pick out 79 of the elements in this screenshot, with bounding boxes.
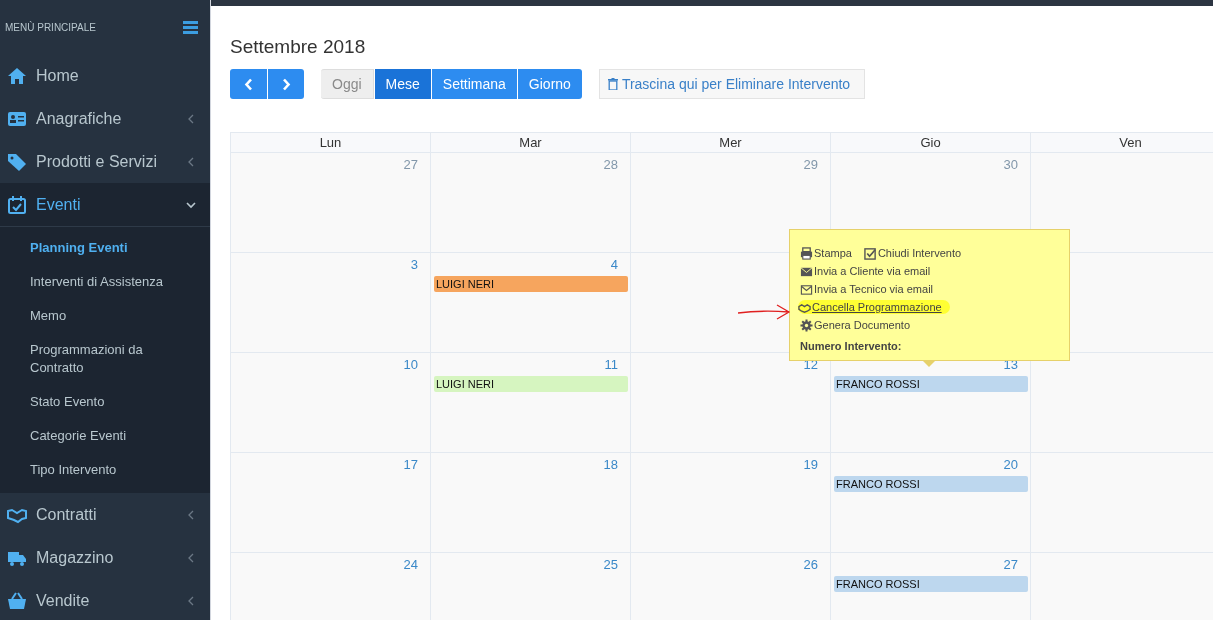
envelope-icon	[800, 264, 813, 278]
sidebar-title: MENÙ PRINCIPALE	[5, 21, 96, 33]
day-cell[interactable]	[1030, 353, 1213, 453]
tag-icon	[7, 151, 27, 172]
day-number: 25	[603, 556, 619, 574]
submenu-item[interactable]: Memo	[0, 299, 210, 333]
day-number: 3	[410, 256, 419, 274]
day-cell[interactable]: 4 LUIGI NERI	[430, 253, 630, 353]
sidebar-item[interactable]: Anagrafiche	[0, 97, 210, 140]
day-number: 19	[803, 456, 819, 474]
previous-button[interactable]	[230, 69, 267, 99]
sidebar-item[interactable]: Home	[0, 54, 210, 97]
day-number: 10	[403, 356, 419, 374]
trash-drop-zone[interactable]: Trascina qui per Eliminare Intervento	[598, 69, 866, 99]
day-number: 17	[403, 456, 419, 474]
day-number: 18	[603, 456, 619, 474]
day-cell[interactable]: 26	[630, 553, 830, 620]
event-bar[interactable]: LUIGI NERI	[434, 276, 628, 292]
day-cell[interactable]: 20 FRANCO ROSSI	[830, 453, 1030, 553]
popup-action-link[interactable]: Genera Documento	[800, 318, 910, 332]
day-number: 28	[603, 156, 619, 174]
submenu-item[interactable]: Interventi di Assistenza	[0, 265, 210, 299]
weekday-header: Gio	[830, 132, 1030, 153]
day-number: 24	[403, 556, 419, 574]
weekday-header: Mer	[630, 132, 830, 153]
event-bar[interactable]: FRANCO ROSSI	[834, 576, 1028, 592]
day-cell[interactable]: 3	[230, 253, 430, 353]
printer-icon	[800, 246, 813, 260]
day-number: 11	[604, 356, 619, 374]
day-number: 27	[403, 156, 419, 174]
sidebar-item[interactable]: Contratti	[0, 493, 210, 536]
day-cell[interactable]: 18	[430, 453, 630, 553]
day-number: 4	[610, 256, 619, 274]
trash-icon	[607, 78, 618, 90]
sidebar-item[interactable]: Prodotti e Servizi	[0, 140, 210, 183]
submenu-item[interactable]: Categorie Eventi	[0, 419, 210, 453]
day-number: 27	[1003, 556, 1019, 574]
day-cell[interactable]: 24	[230, 553, 430, 620]
calendar-icon	[7, 194, 27, 215]
day-cell[interactable]: 17	[230, 453, 430, 553]
popup-footer-label: Numero Intervento:	[800, 340, 903, 352]
sidebar-item[interactable]: Magazzino	[0, 536, 210, 579]
arrow-drawing	[737, 304, 791, 320]
weekday-header: Ven	[1030, 132, 1213, 153]
event-bar[interactable]: FRANCO ROSSI	[834, 376, 1028, 392]
day-cell[interactable]: 25	[430, 553, 630, 620]
chevron-left-icon	[243, 77, 254, 91]
checkbox-icon	[863, 246, 877, 260]
submenu-item[interactable]: Programmazioni da Contratto	[0, 333, 210, 385]
envelope-outline-icon	[800, 282, 813, 296]
menu-icon[interactable]	[183, 20, 198, 34]
day-number: 29	[803, 156, 819, 174]
weekday-header: Mar	[430, 132, 630, 153]
popup-action-link[interactable]: Cancella Programmazione	[798, 300, 950, 314]
event-bar[interactable]: LUIGI NERI	[434, 376, 628, 392]
calendar-title: Settembre 2018	[230, 36, 367, 58]
day-number: 20	[1003, 456, 1019, 474]
popup-action-link[interactable]: Invia a Cliente via email	[800, 264, 931, 278]
sidebar-item[interactable]: Vendite	[0, 579, 210, 620]
day-cell[interactable]	[1030, 153, 1213, 253]
home-icon	[7, 65, 27, 86]
day-cell[interactable]: 10	[230, 353, 430, 453]
event-bar[interactable]: FRANCO ROSSI	[834, 476, 1028, 492]
next-button[interactable]	[267, 69, 304, 99]
sidebar-item[interactable]: Eventi	[0, 183, 210, 227]
day-cell[interactable]: 27 FRANCO ROSSI	[830, 553, 1030, 620]
popup-action-link[interactable]: Invia a Tecnico via email	[800, 282, 934, 296]
weekday-header: Lun	[230, 132, 430, 153]
submenu-item[interactable]: Stato Evento	[0, 385, 210, 419]
day-cell[interactable]: 11 LUIGI NERI	[430, 353, 630, 453]
chevron-right-icon	[281, 77, 291, 91]
view-tab[interactable]: Mese	[373, 69, 431, 99]
gear-icon	[800, 318, 813, 332]
submenu-item[interactable]: Tipo Intervento	[0, 453, 210, 487]
basket-icon	[7, 590, 27, 611]
day-number: 30	[1003, 156, 1019, 174]
day-cell[interactable]: 19	[630, 453, 830, 553]
day-number: 26	[803, 556, 819, 574]
submenu-item[interactable]: Planning Eventi	[0, 231, 210, 265]
